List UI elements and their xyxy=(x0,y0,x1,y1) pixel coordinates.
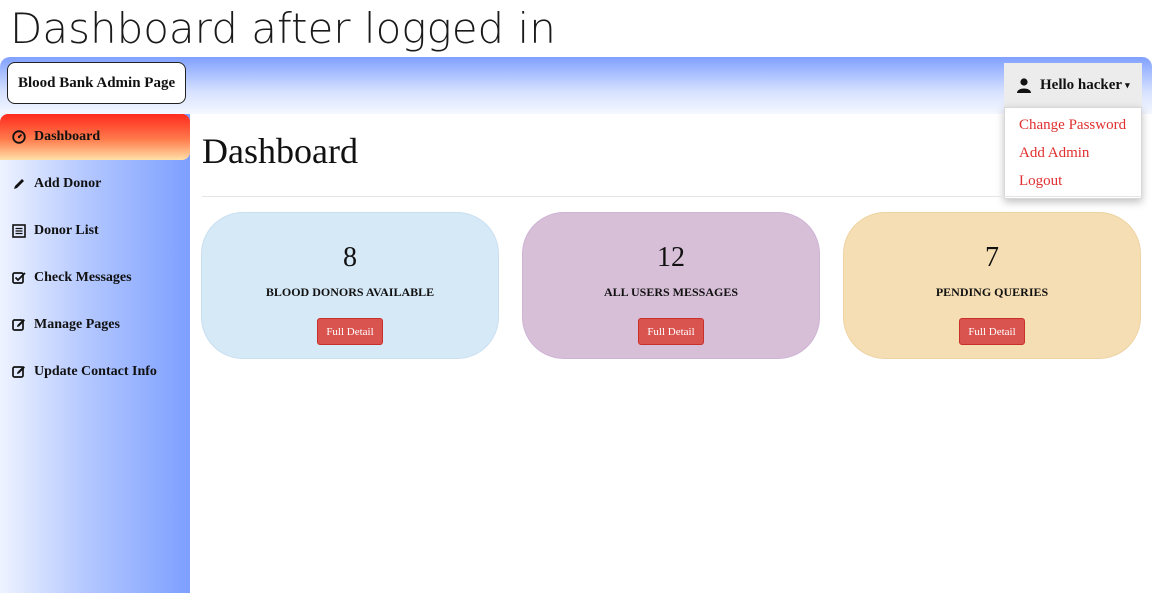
page-title: Dashboard xyxy=(202,131,358,171)
user-menu-toggle[interactable]: Hello hacker ▾ xyxy=(1004,63,1142,107)
title-divider xyxy=(202,196,1142,197)
sidebar-item-dashboard[interactable]: Dashboard xyxy=(0,114,190,160)
user-icon xyxy=(1017,78,1031,93)
sidebar-item-check-messages[interactable]: Check Messages xyxy=(0,255,190,301)
pencil-icon xyxy=(14,179,24,189)
sidebar: Dashboard Add Donor Donor List Check Mes… xyxy=(0,114,190,593)
edit-square-icon xyxy=(12,366,25,378)
card-label: BLOOD DONORS AVAILABLE xyxy=(265,285,435,299)
add-admin-link[interactable]: Add Admin xyxy=(1005,142,1141,170)
sidebar-item-label: Check Messages xyxy=(34,270,132,285)
donors-card: 8 BLOOD DONORS AVAILABLE Full Detail xyxy=(201,212,499,359)
top-navbar: Blood Bank Admin Page Hello hacker ▾ xyxy=(0,57,1152,114)
sidebar-item-donor-list[interactable]: Donor List xyxy=(0,208,190,254)
sidebar-item-update-contact-info[interactable]: Update Contact Info xyxy=(0,349,190,395)
caret-down-icon: ▾ xyxy=(1125,79,1130,90)
card-count: 8 xyxy=(343,242,357,273)
list-icon xyxy=(12,224,26,238)
change-password-link[interactable]: Change Password xyxy=(1005,114,1141,142)
queries-card: 7 PENDING QUERIES Full Detail xyxy=(843,212,1141,359)
dashboard-icon xyxy=(12,130,26,144)
edit-square-icon xyxy=(12,319,25,331)
sidebar-item-label: Dashboard xyxy=(34,129,101,144)
user-greeting: Hello hacker xyxy=(1040,76,1123,93)
brand-button[interactable]: Blood Bank Admin Page xyxy=(7,62,187,104)
card-label: PENDING QUERIES xyxy=(935,285,1049,299)
card-label: ALL USERS MESSAGES xyxy=(603,285,739,299)
messages-card: 12 ALL USERS MESSAGES Full Detail xyxy=(522,212,820,359)
sidebar-item-add-donor[interactable]: Add Donor xyxy=(0,161,190,207)
user-dropdown-menu: Change Password Add Admin Logout xyxy=(1004,107,1142,199)
screenshot-caption: Dashboard after logged in xyxy=(10,4,556,53)
sidebar-item-label: Add Donor xyxy=(34,176,102,191)
full-detail-button[interactable]: Full Detail xyxy=(638,318,704,345)
logout-link[interactable]: Logout xyxy=(1005,170,1141,198)
sidebar-item-label: Update Contact Info xyxy=(34,364,157,379)
check-square-icon xyxy=(12,272,26,284)
full-detail-button[interactable]: Full Detail xyxy=(959,318,1025,345)
card-count: 7 xyxy=(985,242,999,273)
full-detail-button[interactable]: Full Detail xyxy=(317,318,383,345)
sidebar-item-label: Donor List xyxy=(34,223,99,238)
card-count: 12 xyxy=(657,242,685,273)
sidebar-item-label: Manage Pages xyxy=(34,317,120,332)
sidebar-item-manage-pages[interactable]: Manage Pages xyxy=(0,302,190,348)
